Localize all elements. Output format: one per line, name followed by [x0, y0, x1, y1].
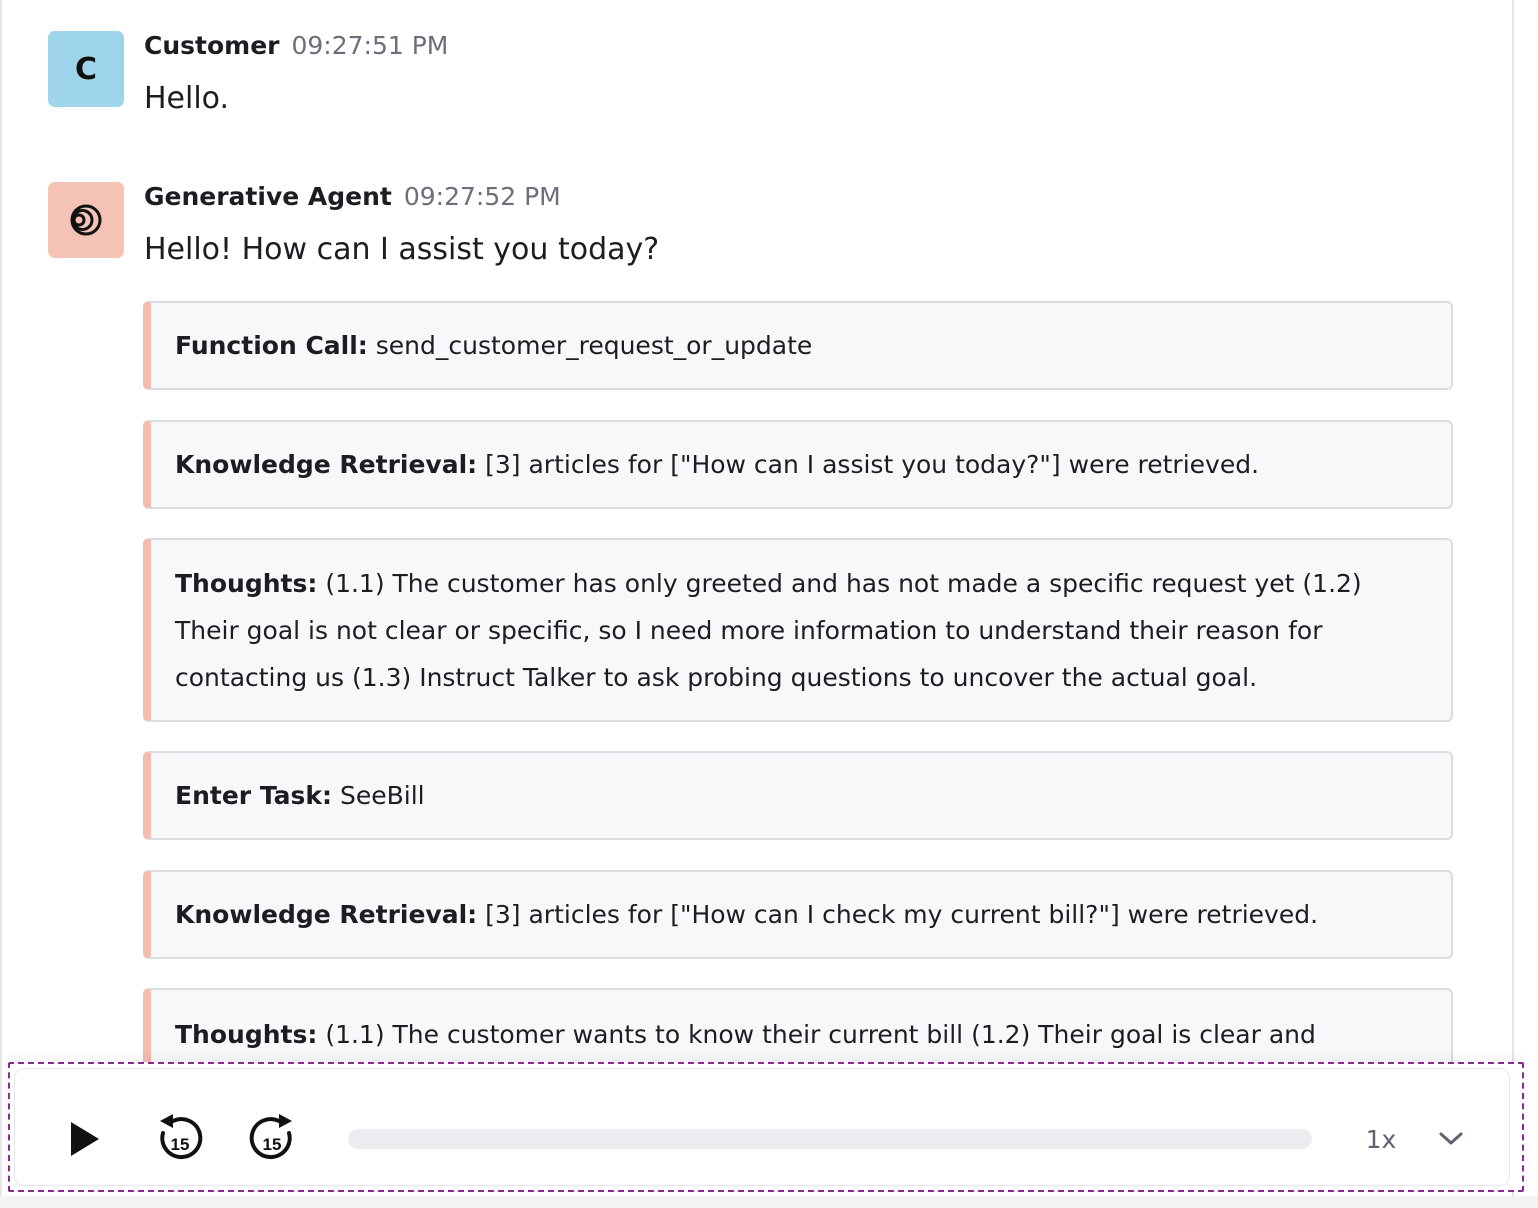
rewind-seconds: 15	[171, 1135, 190, 1154]
scrollbar[interactable]	[1512, 0, 1514, 1208]
event-label: Enter Task:	[175, 781, 333, 810]
generative-agent-logo-icon	[70, 204, 102, 236]
event-label: Thoughts:	[175, 568, 318, 598]
event-card-thoughts: Thoughts: (1.1) The customer has only gr…	[143, 538, 1453, 722]
event-card-enter-task: Enter Task: SeeBill	[143, 751, 1453, 840]
rewind-15-icon: 15	[160, 1114, 203, 1160]
event-text: (1.1) The customer wants to know their c…	[325, 1020, 1316, 1049]
message-header: Customer 09:27:51 PM	[144, 31, 448, 61]
speed-menu-toggle[interactable]	[1433, 1119, 1469, 1159]
event-card-function-call: Function Call: send_customer_request_or_…	[143, 301, 1453, 390]
message-header: Generative Agent 09:27:52 PM	[144, 182, 561, 212]
play-button[interactable]	[57, 1111, 113, 1167]
event-label: Thoughts:	[175, 1020, 318, 1049]
sender-name: Generative Agent	[144, 182, 392, 211]
playback-progress-bar[interactable]	[348, 1129, 1312, 1149]
avatar	[48, 182, 124, 258]
forward-15-button[interactable]: 15	[243, 1109, 303, 1169]
event-label: Knowledge Retrieval:	[175, 900, 478, 929]
message-text: Hello.	[144, 81, 230, 116]
message-timestamp: 09:27:51 PM	[291, 31, 449, 60]
message-timestamp: 09:27:52 PM	[403, 182, 561, 211]
bottom-edge	[0, 1196, 1538, 1208]
transcript: C Customer 09:27:51 PM Hello. Generative…	[0, 0, 1512, 1064]
event-text: (1.1) The customer has only greeted and …	[175, 568, 1362, 692]
event-card-thoughts: Thoughts: (1.1) The customer wants to kn…	[143, 988, 1453, 1064]
forward-15-icon: 15	[249, 1114, 292, 1160]
sender-name: Customer	[144, 31, 280, 60]
event-label: Function Call:	[175, 331, 368, 360]
event-label: Knowledge Retrieval:	[175, 450, 478, 479]
play-icon	[71, 1122, 99, 1156]
playback-speed-button[interactable]: 1x	[1355, 1119, 1407, 1159]
event-card-knowledge-retrieval: Knowledge Retrieval: [3] articles for ["…	[143, 870, 1453, 959]
conversation-replay-panel: C Customer 09:27:51 PM Hello. Generative…	[0, 0, 1538, 1208]
audio-player-bar: 15 15 1x	[14, 1068, 1510, 1186]
event-text: SeeBill	[339, 781, 425, 810]
event-text: [3] articles for ["How can I assist you …	[485, 450, 1260, 479]
event-card-knowledge-retrieval: Knowledge Retrieval: [3] articles for ["…	[143, 420, 1453, 509]
event-text: send_customer_request_or_update	[375, 331, 813, 360]
event-text: [3] articles for ["How can I check my cu…	[485, 900, 1319, 929]
rewind-15-button[interactable]: 15	[149, 1109, 209, 1169]
audio-player: 15 15 1x	[8, 1062, 1524, 1192]
chevron-down-icon	[1439, 1132, 1463, 1145]
message-text: Hello! How can I assist you today?	[144, 232, 660, 267]
forward-seconds: 15	[263, 1135, 282, 1154]
avatar: C	[48, 31, 124, 107]
avatar-letter: C	[74, 51, 98, 87]
